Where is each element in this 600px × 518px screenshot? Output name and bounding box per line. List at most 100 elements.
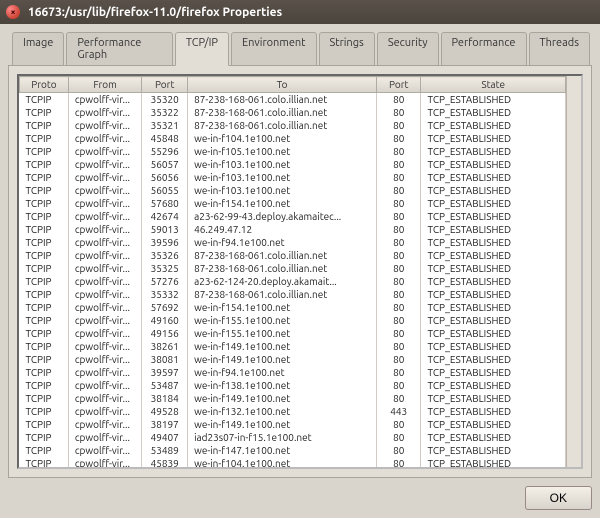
cell-port1: 42674 xyxy=(142,210,188,223)
table-row[interactable]: TCPIPcpwolff-vir...3532187-238-168-061.c… xyxy=(20,119,566,132)
cell-from: cpwolff-vir... xyxy=(68,366,141,379)
table-row[interactable]: TCPIPcpwolff-vir...3532087-238-168-061.c… xyxy=(20,93,566,107)
th-from[interactable]: From xyxy=(68,77,141,93)
cell-state: TCP_ESTABLISHED xyxy=(421,184,566,197)
cell-port1: 35325 xyxy=(142,262,188,275)
cell-from: cpwolff-vir... xyxy=(68,223,141,236)
cell-state: TCP_ESTABLISHED xyxy=(421,353,566,366)
cell-from: cpwolff-vir... xyxy=(68,418,141,431)
table-row[interactable]: TCPIPcpwolff-vir...45848we-in-f104.1e100… xyxy=(20,132,566,145)
cell-port2: 80 xyxy=(377,340,421,353)
table-row[interactable]: TCPIPcpwolff-vir...3532287-238-168-061.c… xyxy=(20,106,566,119)
cell-port2: 80 xyxy=(377,236,421,249)
th-state[interactable]: State xyxy=(421,77,566,93)
table-row[interactable]: TCPIPcpwolff-vir...3533287-238-168-061.c… xyxy=(20,288,566,301)
table-row[interactable]: TCPIPcpwolff-vir...38184we-in-f149.1e100… xyxy=(20,392,566,405)
cell-from: cpwolff-vir... xyxy=(68,145,141,158)
cell-proto: TCPIP xyxy=(20,210,69,223)
cell-to: we-in-f132.1e100.net xyxy=(188,405,377,418)
table-row[interactable]: TCPIPcpwolff-vir...38081we-in-f149.1e100… xyxy=(20,353,566,366)
tab-performance-graph[interactable]: Performance Graph xyxy=(66,32,173,65)
cell-from: cpwolff-vir... xyxy=(68,106,141,119)
cell-state: TCP_ESTABLISHED xyxy=(421,340,566,353)
cell-port2: 80 xyxy=(377,314,421,327)
tab-security[interactable]: Security xyxy=(377,32,439,65)
th-to[interactable]: To xyxy=(188,77,377,93)
table-row[interactable]: TCPIPcpwolff-vir...39596we-in-f94.1e100.… xyxy=(20,236,566,249)
cell-port2: 80 xyxy=(377,262,421,275)
cell-port2: 443 xyxy=(377,405,421,418)
cell-to: we-in-f138.1e100.net xyxy=(188,379,377,392)
cell-port1: 49528 xyxy=(142,405,188,418)
tab-performance[interactable]: Performance xyxy=(441,32,527,65)
table-row[interactable]: TCPIPcpwolff-vir...56055we-in-f103.1e100… xyxy=(20,184,566,197)
cell-proto: TCPIP xyxy=(20,236,69,249)
cell-port2: 80 xyxy=(377,158,421,171)
cell-from: cpwolff-vir... xyxy=(68,444,141,457)
cell-state: TCP_ESTABLISHED xyxy=(421,119,566,132)
table-row[interactable]: TCPIPcpwolff-vir...56056we-in-f103.1e100… xyxy=(20,171,566,184)
table-row[interactable]: TCPIPcpwolff-vir...38261we-in-f149.1e100… xyxy=(20,340,566,353)
tab-image[interactable]: Image xyxy=(12,32,64,65)
cell-port1: 55296 xyxy=(142,145,188,158)
cell-port1: 53487 xyxy=(142,379,188,392)
th-proto[interactable]: Proto xyxy=(20,77,69,93)
th-port-local[interactable]: Port xyxy=(142,77,188,93)
table-row[interactable]: TCPIPcpwolff-vir...42674a23-62-99-43.dep… xyxy=(20,210,566,223)
cell-port2: 80 xyxy=(377,301,421,314)
cell-to: 87-238-168-061.colo.illian.net xyxy=(188,93,377,107)
cell-port2: 80 xyxy=(377,275,421,288)
cell-proto: TCPIP xyxy=(20,457,69,467)
table-row[interactable]: TCPIPcpwolff-vir...49407iad23s07-in-f15.… xyxy=(20,431,566,444)
table-row[interactable]: TCPIPcpwolff-vir...49528we-in-f132.1e100… xyxy=(20,405,566,418)
cell-state: TCP_ESTABLISHED xyxy=(421,327,566,340)
cell-port2: 80 xyxy=(377,145,421,158)
table-row[interactable]: TCPIPcpwolff-vir...57680we-in-f154.1e100… xyxy=(20,197,566,210)
table-row[interactable]: TCPIPcpwolff-vir...55296we-in-f105.1e100… xyxy=(20,145,566,158)
cell-from: cpwolff-vir... xyxy=(68,288,141,301)
table-row[interactable]: TCPIPcpwolff-vir...3532587-238-168-061.c… xyxy=(20,262,566,275)
cell-from: cpwolff-vir... xyxy=(68,119,141,132)
cell-from: cpwolff-vir... xyxy=(68,405,141,418)
table-row[interactable]: TCPIPcpwolff-vir...57276a23-62-124-20.de… xyxy=(20,275,566,288)
th-port-remote[interactable]: Port xyxy=(377,77,421,93)
tab-tcpip[interactable]: TCP/IP xyxy=(175,32,229,66)
table-row[interactable]: TCPIPcpwolff-vir...49160we-in-f155.1e100… xyxy=(20,314,566,327)
vertical-scrollbar[interactable] xyxy=(566,76,581,467)
cell-port1: 35332 xyxy=(142,288,188,301)
close-icon[interactable]: × xyxy=(6,5,20,19)
table-row[interactable]: TCPIPcpwolff-vir...3532687-238-168-061.c… xyxy=(20,249,566,262)
cell-to: we-in-f94.1e100.net xyxy=(188,366,377,379)
table-row[interactable]: TCPIPcpwolff-vir...5901346.249.47.1280TC… xyxy=(20,223,566,236)
table-row[interactable]: TCPIPcpwolff-vir...45839we-in-f104.1e100… xyxy=(20,457,566,467)
cell-port1: 57276 xyxy=(142,275,188,288)
cell-port1: 38184 xyxy=(142,392,188,405)
cell-proto: TCPIP xyxy=(20,275,69,288)
cell-port2: 80 xyxy=(377,132,421,145)
table-row[interactable]: TCPIPcpwolff-vir...49156we-in-f155.1e100… xyxy=(20,327,566,340)
cell-from: cpwolff-vir... xyxy=(68,184,141,197)
cell-from: cpwolff-vir... xyxy=(68,236,141,249)
cell-proto: TCPIP xyxy=(20,340,69,353)
cell-from: cpwolff-vir... xyxy=(68,392,141,405)
tab-strings[interactable]: Strings xyxy=(319,32,375,65)
tab-threads[interactable]: Threads xyxy=(529,32,591,65)
table-row[interactable]: TCPIPcpwolff-vir...39597we-in-f94.1e100.… xyxy=(20,366,566,379)
table-row[interactable]: TCPIPcpwolff-vir...56057we-in-f103.1e100… xyxy=(20,158,566,171)
cell-state: TCP_ESTABLISHED xyxy=(421,132,566,145)
table-row[interactable]: TCPIPcpwolff-vir...38197we-in-f149.1e100… xyxy=(20,418,566,431)
cell-proto: TCPIP xyxy=(20,327,69,340)
table-row[interactable]: TCPIPcpwolff-vir...53489we-in-f147.1e100… xyxy=(20,444,566,457)
cell-proto: TCPIP xyxy=(20,132,69,145)
cell-to: we-in-f103.1e100.net xyxy=(188,184,377,197)
connections-table: Proto From Port To Port State TCPIPcpwol… xyxy=(19,76,566,467)
tab-environment[interactable]: Environment xyxy=(231,32,317,65)
cell-proto: TCPIP xyxy=(20,223,69,236)
cell-to: we-in-f149.1e100.net xyxy=(188,353,377,366)
table-row[interactable]: TCPIPcpwolff-vir...57692we-in-f154.1e100… xyxy=(20,301,566,314)
ok-button[interactable]: OK xyxy=(525,486,592,510)
table-scroll[interactable]: Proto From Port To Port State TCPIPcpwol… xyxy=(19,76,566,467)
cell-state: TCP_ESTABLISHED xyxy=(421,314,566,327)
table-row[interactable]: TCPIPcpwolff-vir...53487we-in-f138.1e100… xyxy=(20,379,566,392)
cell-from: cpwolff-vir... xyxy=(68,353,141,366)
